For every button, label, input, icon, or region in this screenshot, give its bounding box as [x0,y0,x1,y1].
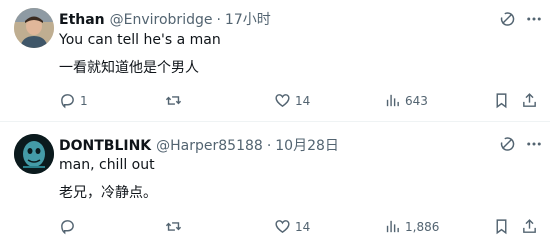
more-icon[interactable] [525,10,543,28]
share-icon [523,219,536,233]
reply-icon [61,220,74,235]
like-count: 14 [295,93,311,108]
bookmark-icon [496,93,507,109]
retweet-button[interactable] [165,92,186,109]
avatar[interactable] [14,134,54,174]
more-icon[interactable] [525,135,543,153]
separator-dot: · [266,138,272,154]
bookmark-button[interactable] [493,92,510,109]
grok-icon[interactable] [498,10,516,28]
like-icon [275,94,290,108]
retweet-button[interactable] [165,218,186,235]
reply-count: 1 [80,93,88,108]
tweet[interactable]: DONTBLINK @Harper85188 · 10月28日 man, chi… [0,122,550,247]
grok-icon[interactable] [498,135,516,153]
action-bar: 1 14 643 [59,92,536,112]
retweet-icon [165,222,182,231]
share-button[interactable] [521,92,538,109]
bookmark-button[interactable] [493,218,510,235]
views-count: 1,886 [405,219,440,234]
tweet-text: man, chill out [59,157,155,173]
timestamp[interactable]: 10月28日 [275,135,339,155]
tweet-header: DONTBLINK @Harper85188 · 10月28日 [59,135,339,155]
author-name[interactable]: Ethan [59,12,105,28]
tweet-translation: 老兄，冷静点。 [59,185,157,201]
tweet[interactable]: Ethan @Envirobridge · 17小时 You can tell … [0,0,550,121]
reply-button[interactable] [59,218,80,235]
avatar[interactable] [14,8,54,48]
views-button[interactable]: 643 [384,92,428,109]
author-name[interactable]: DONTBLINK [59,138,151,154]
timestamp[interactable]: 17小时 [225,9,271,29]
views-button[interactable]: 1,886 [384,218,439,235]
like-icon [275,220,290,234]
action-bar: 14 1,886 [59,218,536,238]
views-icon [386,94,399,107]
views-icon [386,220,399,233]
share-button[interactable] [521,218,538,235]
author-handle[interactable]: @Harper85188 [156,138,263,154]
like-button[interactable]: 14 [274,218,310,235]
tweet-header: Ethan @Envirobridge · 17小时 [59,9,271,29]
tweet-translation: 一看就知道他是个男人 [59,60,199,76]
reply-icon [61,94,74,109]
share-icon [523,93,536,107]
retweet-icon [165,96,182,105]
like-count: 14 [295,219,311,234]
author-handle[interactable]: @Envirobridge [110,12,213,28]
reply-button[interactable]: 1 [59,92,88,109]
bookmark-icon [496,219,507,235]
separator-dot: · [216,12,221,28]
like-button[interactable]: 14 [274,92,310,109]
tweet-text: You can tell he's a man [59,32,221,48]
views-count: 643 [405,93,428,108]
